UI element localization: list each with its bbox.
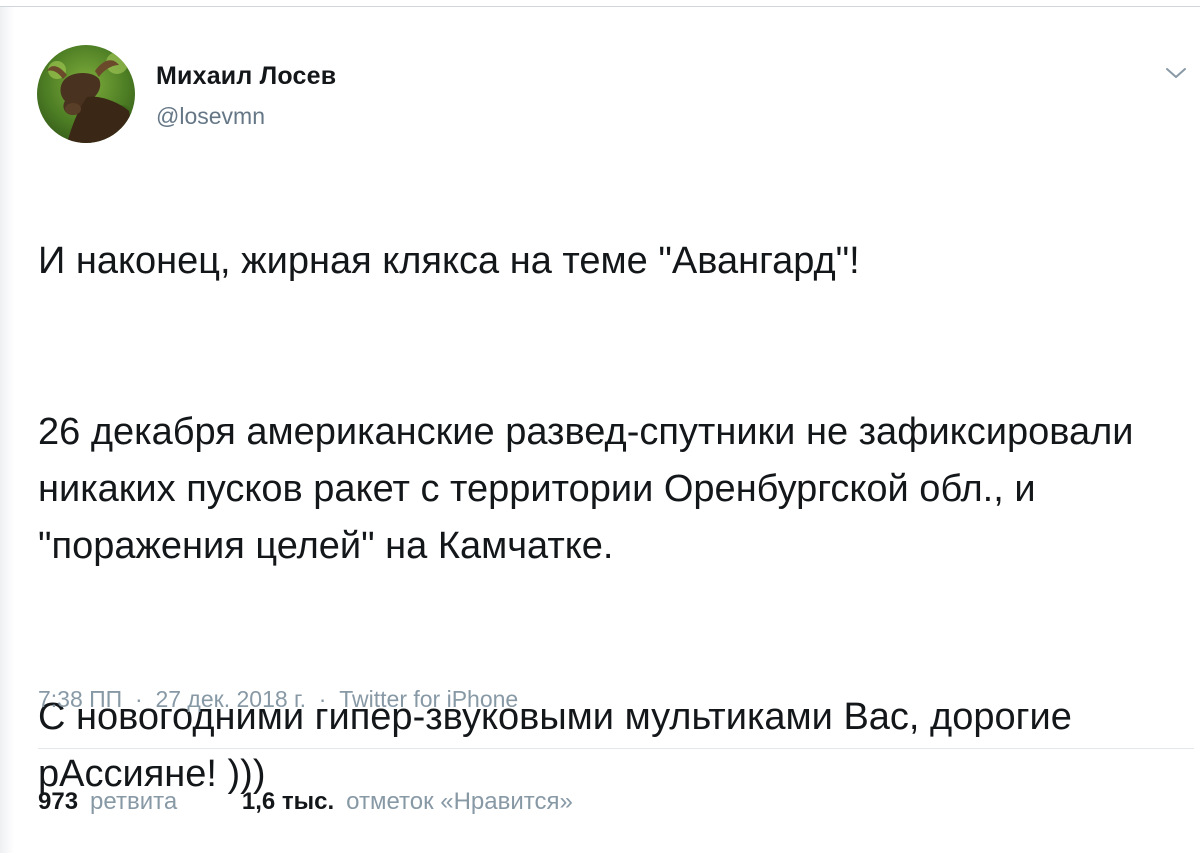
tweet-card: Михаил Лосев @losevmn И наконец, жирная …	[0, 0, 1200, 853]
retweets-label: ретвита	[90, 788, 178, 815]
tweet-paragraph: И наконец, жирная клякса на теме "Аванга…	[38, 240, 860, 282]
tweet-time[interactable]: 7:38 ПП	[38, 686, 122, 712]
likes-count: 1,6 тыс.	[241, 788, 335, 815]
retweets-stat[interactable]: 973 ретвита	[38, 788, 177, 816]
tweet-stats: 973 ретвита 1,6 тыс. отметок «Нравится»	[38, 788, 631, 816]
divider	[38, 748, 1194, 749]
meta-separator: ·	[312, 686, 333, 712]
tweet-text: И наконец, жирная клякса на теме "Аванга…	[38, 176, 1188, 860]
author-handle[interactable]: @losevmn	[156, 103, 265, 130]
tweet-source[interactable]: Twitter for iPhone	[339, 686, 518, 712]
tweet-date[interactable]: 27 дек. 2018 г.	[155, 686, 306, 712]
author-name[interactable]: Михаил Лосев	[156, 62, 336, 91]
moose-avatar-icon[interactable]	[37, 45, 135, 143]
likes-label: отметок «Нравится»	[346, 788, 573, 815]
tweet-paragraph: 26 декабря американские развед-спутники …	[38, 411, 1134, 567]
likes-stat[interactable]: 1,6 тыс. отметок «Нравится»	[242, 788, 573, 816]
tweet-metadata: 7:38 ПП · 27 дек. 2018 г. · Twitter for …	[38, 686, 518, 713]
retweets-count: 973	[38, 788, 79, 815]
chevron-down-icon[interactable]	[1165, 66, 1187, 80]
meta-separator: ·	[128, 686, 150, 712]
